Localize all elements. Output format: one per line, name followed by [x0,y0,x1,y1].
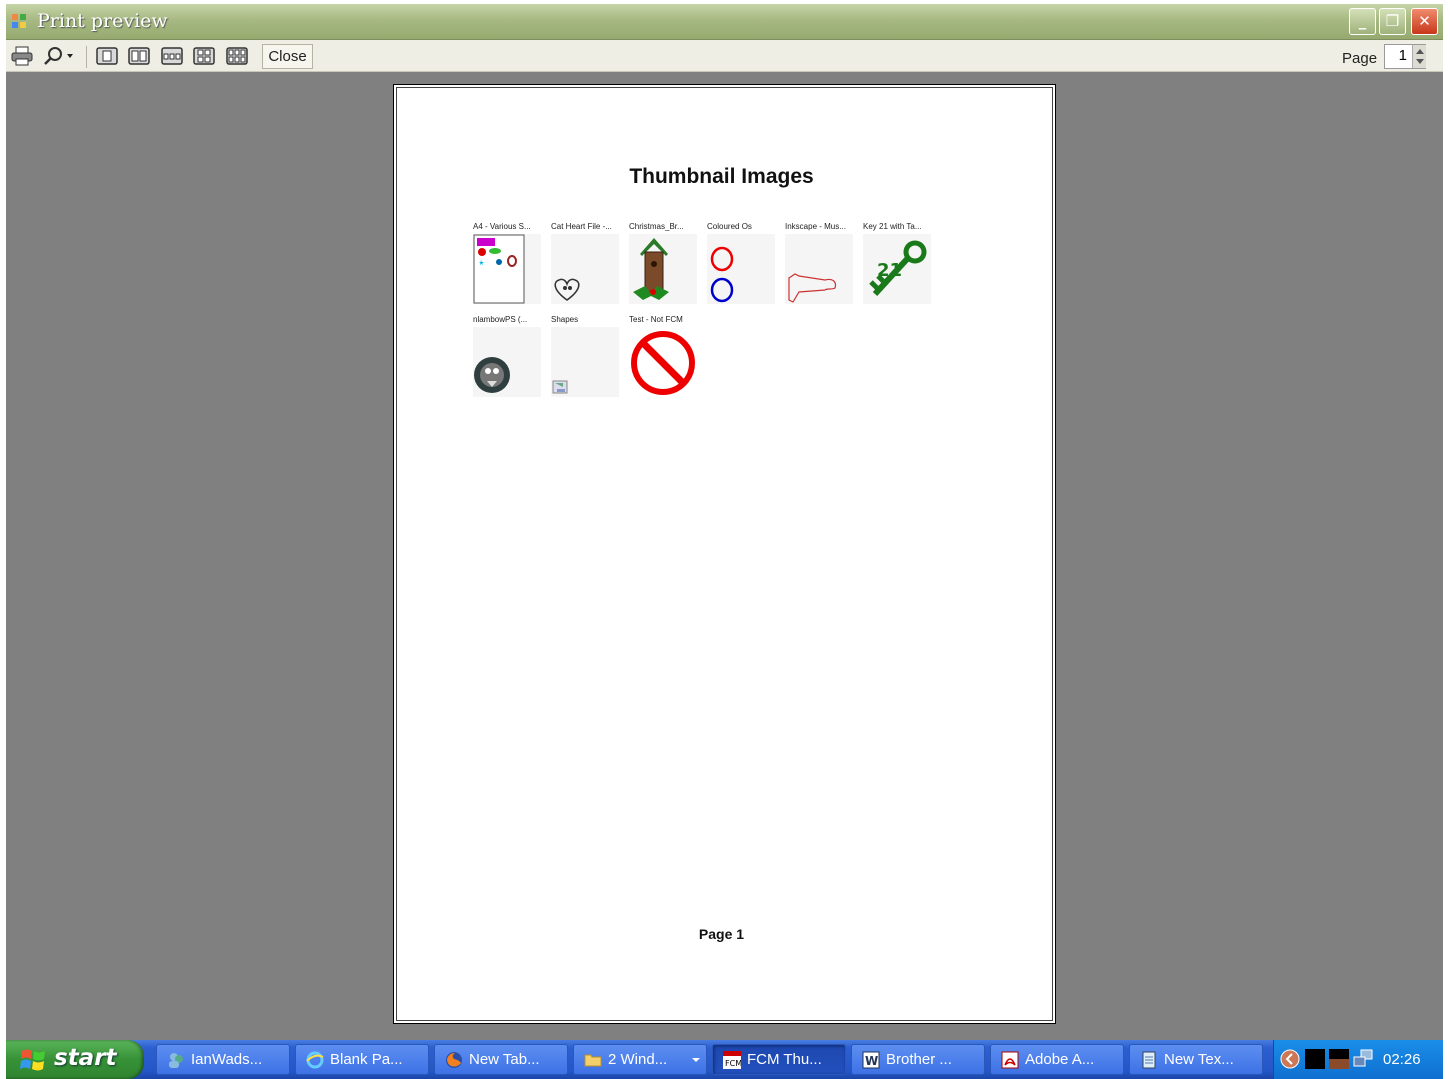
owl-badge-icon [474,357,510,393]
four-pages-icon [193,47,215,65]
thumbnail-item: Key 21 with Ta... 21 [863,222,931,312]
taskbar: start IanWads... Blank Pa... New Tab... … [6,1040,1443,1079]
document-title: Thumbnail Images [629,165,814,188]
taskbar-item[interactable]: Adobe A... [990,1044,1124,1075]
svg-text:21: 21 [877,260,902,281]
preview-page: Thumbnail Images A4 - Various S... Cat H… [393,84,1056,1024]
taskbar-item-label: New Tex... [1164,1051,1234,1068]
network-icon[interactable] [1353,1049,1373,1069]
four-pages-button[interactable] [191,44,217,68]
six-pages-button[interactable] [224,44,250,68]
taskbar-item[interactable]: W Brother ... [851,1044,985,1075]
thumbnail-item: A4 - Various S... [473,222,541,312]
svg-text:FCM: FCM [725,1059,741,1068]
group-dropdown-icon [692,1058,700,1062]
dropdown-arrow-icon [67,54,73,58]
toolbar: Close Page 1 [6,40,1443,72]
two-pages-button[interactable] [126,44,152,68]
thumbnail-item: Shapes [551,315,619,405]
magnifier-icon [44,47,62,65]
small-shapes-icon [552,380,568,394]
title-bar[interactable]: Print preview _ ❐ ✕ [6,4,1443,40]
thumbnail-item: Cat Heart File -... [551,222,619,312]
thumbnail-item: Christmas_Br... [629,222,697,312]
notepad-icon [1142,1051,1156,1069]
thumbnail-caption: Coloured Os [707,222,752,231]
fcm-app-icon: FCM [723,1051,741,1069]
taskbar-item[interactable]: New Tab... [434,1044,568,1075]
clock: 02:26 [1383,1051,1421,1068]
system-tray: 02:26 [1273,1040,1443,1079]
taskbar-item[interactable]: IanWads... [156,1044,290,1075]
start-button[interactable]: start [6,1040,144,1079]
window-title: Print preview [37,10,168,32]
zoom-button[interactable] [38,44,80,68]
windows-logo-icon [20,1049,45,1071]
tray-expand-icon[interactable] [1280,1049,1300,1069]
three-pages-button[interactable] [159,44,185,68]
thumbnail-caption: Shapes [551,315,579,324]
tray-app-icon[interactable] [1329,1049,1349,1069]
spinner-arrows-icon [1416,49,1424,64]
one-page-button[interactable] [94,44,120,68]
toolbar-separator [86,46,87,68]
messenger-icon [169,1053,183,1068]
no-entry-icon [631,331,695,395]
print-preview-window: Print preview _ ❐ ✕ Close Page 1 Thumbna… [6,4,1443,1040]
ie-icon [306,1051,324,1069]
taskbar-item-label: Blank Pa... [330,1051,403,1068]
horn-outline-icon [788,273,837,303]
folder-icon [584,1054,602,1067]
taskbar-item-label: 2 Wind... [608,1051,668,1068]
six-pages-icon [226,47,248,65]
firefox-icon [446,1052,462,1068]
shapes-sheet-icon [473,234,525,304]
taskbar-item-label: Adobe A... [1025,1051,1095,1068]
three-pages-icon [161,47,183,65]
svg-text:W: W [865,1054,878,1068]
thumbnail-caption: nlambowPS (... [473,315,528,324]
tray-app-icon[interactable] [1305,1049,1325,1069]
two-pages-icon [128,47,150,65]
christmas-birdhouse-icon [633,238,669,300]
word-icon: W [862,1051,880,1069]
taskbar-item-label: Brother ... [886,1051,952,1068]
printer-icon [11,46,33,66]
restore-button[interactable]: ❐ [1379,8,1406,35]
taskbar-item-active[interactable]: FCM FCM Thu... [712,1044,846,1075]
thumbnail-caption: Cat Heart File -... [551,222,612,231]
taskbar-item-label: IanWads... [191,1051,263,1068]
coloured-os-icon [710,246,734,303]
close-button[interactable]: Close [262,44,313,69]
taskbar-item-label: FCM Thu... [747,1051,822,1068]
page-footer: Page 1 [698,926,745,942]
thumbnail-item: Coloured Os [707,222,775,312]
thumbnail-item: Inkscape - Mus... [785,222,853,312]
cat-heart-icon [554,278,580,301]
taskbar-item[interactable]: 2 Wind... [573,1044,707,1075]
acrobat-icon [1001,1051,1019,1069]
minimize-button[interactable]: _ [1349,8,1376,35]
green-key-icon: 21 [869,240,927,297]
one-page-icon [96,47,118,65]
taskbar-item[interactable]: Blank Pa... [295,1044,429,1075]
close-window-button[interactable]: ✕ [1411,8,1438,35]
thumbnail-item: Test - Not FCM [629,315,697,405]
app-icon [12,14,26,28]
thumbnail-caption: Test - Not FCM [629,315,683,324]
thumbnail-caption: Key 21 with Ta... [863,222,922,231]
thumbnail-item: nlambowPS (... [473,315,541,405]
page-label: Page [1342,50,1378,67]
taskbar-item[interactable]: New Tex... [1129,1044,1263,1075]
print-button[interactable] [9,44,35,68]
page-spinner[interactable] [1412,45,1426,68]
thumbnail-caption: A4 - Various S... [473,222,531,231]
taskbar-item-label: New Tab... [469,1051,540,1068]
start-label: start [54,1045,117,1071]
thumbnail-caption: Inkscape - Mus... [785,222,846,231]
thumbnail-caption: Christmas_Br... [629,222,684,231]
